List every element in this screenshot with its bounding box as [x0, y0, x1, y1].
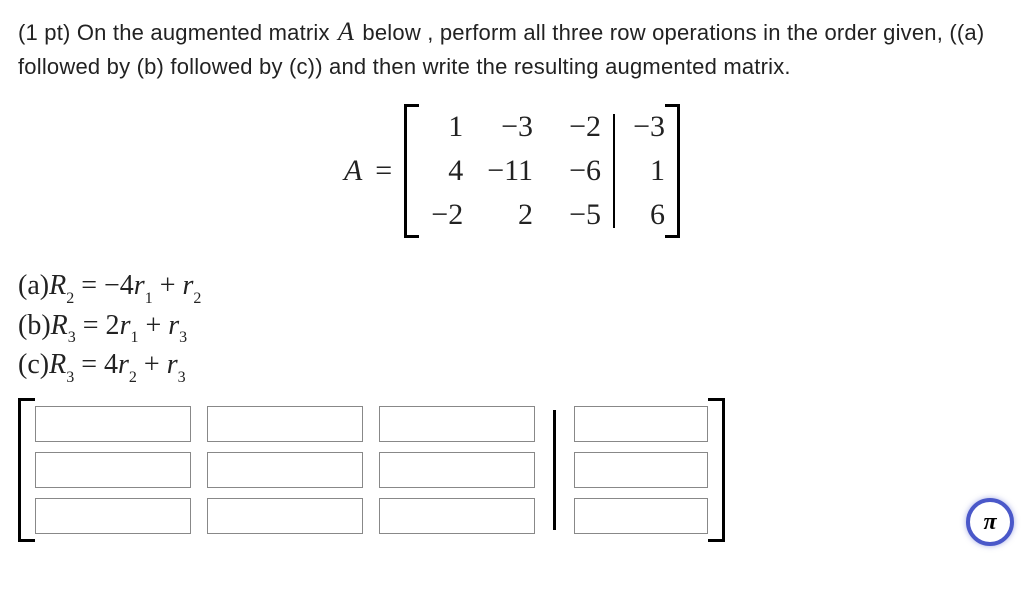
- op-c-r2: r: [167, 349, 178, 380]
- augmented-matrix-A: 1 −3 −2 4 −11 −6 −2 2 −5 −3 1 6: [404, 104, 680, 238]
- answer-input-1-2[interactable]: [379, 452, 535, 488]
- op-c-plus: +: [137, 349, 167, 380]
- cell-2-2: −5: [557, 198, 601, 232]
- answer-coeff-grid: [35, 406, 535, 534]
- answer-input-0-2[interactable]: [379, 406, 535, 442]
- op-c-s2: 3: [178, 369, 186, 386]
- op-b-rhs-coef: = 2: [83, 310, 120, 341]
- matrix-aug-column: −3 1 6: [627, 110, 665, 232]
- matrix-definition: A = 1 −3 −2 4 −11 −6 −2 2 −5 −3 1: [18, 104, 1006, 238]
- answer-matrix-area: π: [18, 398, 1006, 542]
- answer-augmented-matrix: [18, 398, 725, 542]
- matrix-name: A: [344, 154, 362, 187]
- answer-input-aug-2[interactable]: [574, 498, 708, 534]
- op-b-label: (b): [18, 310, 51, 341]
- op-c-label: (c): [18, 349, 49, 380]
- cell-0-1: −3: [487, 110, 533, 144]
- aug-2: 6: [627, 198, 665, 232]
- op-a-Rsub: 2: [66, 290, 74, 307]
- op-b-r2: r: [168, 310, 179, 341]
- problem-part1: (1 pt) On the augmented matrix: [18, 20, 336, 45]
- pi-icon: π: [983, 509, 996, 536]
- cell-1-2: −6: [557, 154, 601, 188]
- aug-0: −3: [627, 110, 665, 144]
- op-a-plus: +: [153, 270, 183, 301]
- cell-2-1: 2: [487, 198, 533, 232]
- op-a-s2: 2: [193, 290, 201, 307]
- op-c-R: R: [49, 349, 66, 380]
- augment-divider: [613, 114, 615, 228]
- cell-1-1: −11: [487, 154, 533, 188]
- aug-1: 1: [627, 154, 665, 188]
- answer-augment-divider: [553, 410, 556, 530]
- matrix-symbol-A: A: [336, 17, 356, 46]
- operation-b: (b)R3 = 2r1 + r3: [18, 308, 1006, 347]
- op-a-r1: r: [134, 270, 145, 301]
- matrix-coeff-grid: 1 −3 −2 4 −11 −6 −2 2 −5: [419, 110, 601, 232]
- answer-input-1-0[interactable]: [35, 452, 191, 488]
- operation-a: (a)R2 = −4r1 + r2: [18, 268, 1006, 307]
- answer-input-1-1[interactable]: [207, 452, 363, 488]
- op-c-s1: 2: [129, 369, 137, 386]
- answer-input-aug-1[interactable]: [574, 452, 708, 488]
- op-a-R: R: [49, 270, 66, 301]
- op-b-s1: 1: [130, 329, 138, 346]
- op-b-r1: r: [120, 310, 131, 341]
- answer-aug-column: [574, 406, 708, 534]
- op-a-label: (a): [18, 270, 49, 301]
- operation-c: (c)R3 = 4r2 + r3: [18, 347, 1006, 386]
- answer-input-2-1[interactable]: [207, 498, 363, 534]
- answer-input-2-2[interactable]: [379, 498, 535, 534]
- equals-sign: =: [369, 154, 392, 187]
- cell-0-2: −2: [557, 110, 601, 144]
- cell-1-0: 4: [419, 154, 463, 188]
- math-palette-button[interactable]: π: [966, 498, 1014, 546]
- answer-input-0-1[interactable]: [207, 406, 363, 442]
- op-c-rhs-coef: = 4: [81, 349, 118, 380]
- op-c-r1: r: [118, 349, 129, 380]
- row-operations-list: (a)R2 = −4r1 + r2 (b)R3 = 2r1 + r3 (c)R3…: [18, 268, 1006, 386]
- op-a-rhs-coef: = −4: [81, 270, 134, 301]
- op-c-Rsub: 3: [66, 369, 74, 386]
- cell-2-0: −2: [419, 198, 463, 232]
- cell-0-0: 1: [419, 110, 463, 144]
- op-b-s2: 3: [179, 329, 187, 346]
- problem-text: (1 pt) On the augmented matrix A below ,…: [18, 14, 1006, 82]
- op-b-R: R: [51, 310, 68, 341]
- answer-input-0-0[interactable]: [35, 406, 191, 442]
- op-b-plus: +: [138, 310, 168, 341]
- answer-input-aug-0[interactable]: [574, 406, 708, 442]
- matrix-lhs: A =: [344, 154, 392, 188]
- op-a-s1: 1: [145, 290, 153, 307]
- op-a-r2: r: [182, 270, 193, 301]
- op-b-Rsub: 3: [68, 329, 76, 346]
- answer-input-2-0[interactable]: [35, 498, 191, 534]
